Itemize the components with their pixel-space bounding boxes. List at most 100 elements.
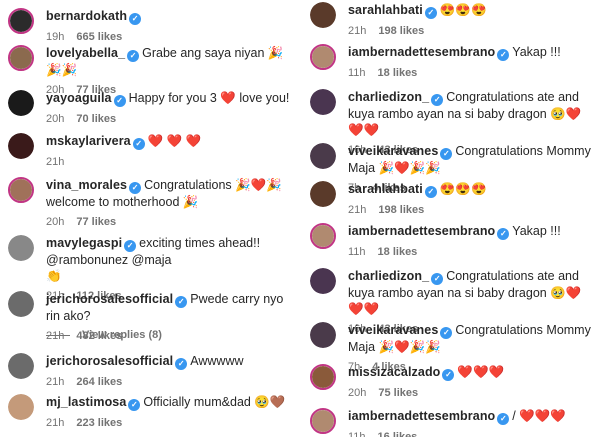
comment-meta: 21h 223 likes (46, 415, 294, 431)
likes-count[interactable]: 665 likes (76, 31, 122, 43)
username-link[interactable]: sarahlahbati (348, 182, 423, 196)
avatar-image (312, 410, 334, 432)
avatar-image (310, 268, 336, 294)
comment-line: charliedizon_ ✓ Congratulations ate and ku… (348, 89, 594, 138)
avatar[interactable] (310, 2, 336, 28)
avatar[interactable] (310, 408, 336, 434)
comment-line: lovelyabella_ ✓ Grabe ang saya niyan 🎉🎉🎉 (46, 45, 294, 78)
username-link[interactable]: jerichorosalesofficial (46, 354, 173, 368)
avatar[interactable] (310, 364, 336, 390)
avatar[interactable] (8, 133, 34, 159)
view-replies-button[interactable]: View replies (8) (46, 329, 162, 341)
comment-text: 😍😍😍 (439, 182, 487, 196)
likes-count[interactable]: 198 likes (378, 204, 424, 216)
avatar[interactable] (310, 89, 336, 115)
avatar[interactable] (310, 143, 336, 169)
username-link[interactable]: yayoaguila (46, 91, 112, 105)
comment-text: 😍😍😍 (439, 3, 487, 17)
comment-line: iambernadettesembrano ✓ / ❤️❤️❤️ (348, 408, 594, 425)
likes-count[interactable]: 264 likes (76, 376, 122, 388)
comment-time: 20h (46, 113, 65, 125)
username-link[interactable]: iambernadettesembrano (348, 224, 495, 238)
comment-time: 21h (348, 204, 367, 216)
comment-body: missizacalzado ✓ ❤️❤️❤️ 20h 75 likes (348, 364, 594, 401)
comment-line: iambernadettesembrano ✓ Yakap !!! (348, 223, 594, 240)
verified-badge-icon: ✓ (440, 327, 453, 339)
avatar-image (8, 235, 34, 261)
comment-meta: 20h 75 likes (348, 385, 594, 401)
avatar[interactable] (8, 235, 34, 261)
comment-meta: 21h 198 likes (348, 23, 594, 39)
comment-meta: 11h 16 likes (348, 429, 594, 437)
likes-count[interactable]: 77 likes (76, 216, 116, 228)
comment-text: ❤️❤️❤️ (457, 365, 505, 379)
username-link[interactable]: bernardokath (46, 9, 127, 23)
avatar[interactable] (8, 394, 34, 420)
comment-text: Awwwww (190, 354, 244, 368)
comment-meta: 20h 77 likes (46, 214, 294, 230)
username-link[interactable]: viveikaravanes (348, 323, 438, 337)
avatar[interactable] (8, 90, 34, 116)
comment-body: iambernadettesembrano ✓ Yakap !!! 11h 18 lik… (348, 44, 594, 81)
likes-count[interactable]: 18 likes (378, 246, 418, 258)
comment-body: iambernadettesembrano ✓ / ❤️❤️❤️ 11h 16 like… (348, 408, 594, 437)
comment-body: jerichorosalesofficial ✓ Awwwww 21h 264 like… (46, 353, 294, 390)
avatar[interactable] (310, 44, 336, 70)
avatar-image (10, 10, 32, 32)
verified-badge-icon: ✓ (128, 399, 141, 411)
likes-count[interactable]: 18 likes (378, 67, 418, 79)
comment-text: Officially mum&dad 🥹🤎 (143, 395, 286, 409)
comment-text: Happy for you 3 ❤️ love you! (128, 91, 290, 105)
username-link[interactable]: iambernadettesembrano (348, 45, 495, 59)
avatar[interactable] (8, 177, 34, 203)
comment-line: sarahlahbati ✓ 😍😍😍 (348, 2, 594, 19)
verified-badge-icon: ✓ (132, 138, 145, 150)
username-link[interactable]: mavylegaspi (46, 236, 122, 250)
avatar-image (310, 2, 336, 28)
comment-body: iambernadettesembrano ✓ Yakap !!! 11h 18 lik… (348, 223, 594, 260)
comment-line: charliedizon_ ✓ Congratulations ate and ku… (348, 268, 594, 317)
comment-line: viveikaravanes ✓ Congratulations Mommy Maj… (348, 143, 594, 176)
comment-meta: 11h 18 likes (348, 244, 594, 260)
username-link[interactable]: missizacalzado (348, 365, 440, 379)
replies-divider (46, 334, 70, 336)
username-link[interactable]: mj_lastimosa (46, 395, 126, 409)
avatar[interactable] (310, 268, 336, 294)
likes-count[interactable]: 75 likes (378, 387, 418, 399)
avatar[interactable] (310, 181, 336, 207)
comment-body: mj_lastimosa ✓ Officially mum&dad 🥹🤎 21h 223… (46, 394, 294, 431)
avatar[interactable] (8, 291, 34, 317)
avatar-image (8, 90, 34, 116)
comment-body: sarahlahbati ✓ 😍😍😍 21h 198 likes (348, 181, 594, 218)
username-link[interactable]: iambernadettesembrano (348, 409, 495, 423)
avatar[interactable] (310, 322, 336, 348)
avatar-image (8, 394, 34, 420)
comment-line: viveikaravanes ✓ Congratulations Mommy Maj… (348, 322, 594, 355)
username-link[interactable]: lovelyabella_ (46, 46, 125, 60)
comment-time: 21h (46, 417, 65, 429)
likes-count[interactable]: 16 likes (378, 431, 418, 437)
username-link[interactable]: vina_morales (46, 178, 127, 192)
avatar[interactable] (310, 223, 336, 249)
username-link[interactable]: charliedizon_ (348, 90, 429, 104)
username-link[interactable]: charliedizon_ (348, 269, 429, 283)
likes-count[interactable]: 223 likes (76, 417, 122, 429)
username-link[interactable]: jerichorosalesofficial (46, 292, 173, 306)
avatar[interactable] (8, 8, 34, 34)
comment-time: 11h (348, 431, 366, 437)
username-link[interactable]: sarahlahbati (348, 3, 423, 17)
comment-meta: 21h (46, 154, 294, 170)
verified-badge-icon: ✓ (129, 13, 142, 25)
comment-line: jerichorosalesofficial ✓ Awwwww (46, 353, 294, 370)
verified-badge-icon: ✓ (442, 369, 455, 381)
username-link[interactable]: viveikaravanes (348, 144, 438, 158)
verified-badge-icon: ✓ (127, 50, 140, 62)
verified-badge-icon: ✓ (431, 94, 444, 106)
comment-body: bernardokath ✓ 19h 665 likes (46, 8, 294, 45)
likes-count[interactable]: 70 likes (76, 113, 116, 125)
avatar[interactable] (8, 45, 34, 71)
comment-line: mavylegaspi ✓ exciting times ahead!! @ramb… (46, 235, 294, 268)
avatar[interactable] (8, 353, 34, 379)
likes-count[interactable]: 198 likes (378, 25, 424, 37)
username-link[interactable]: mskaylarivera (46, 134, 131, 148)
